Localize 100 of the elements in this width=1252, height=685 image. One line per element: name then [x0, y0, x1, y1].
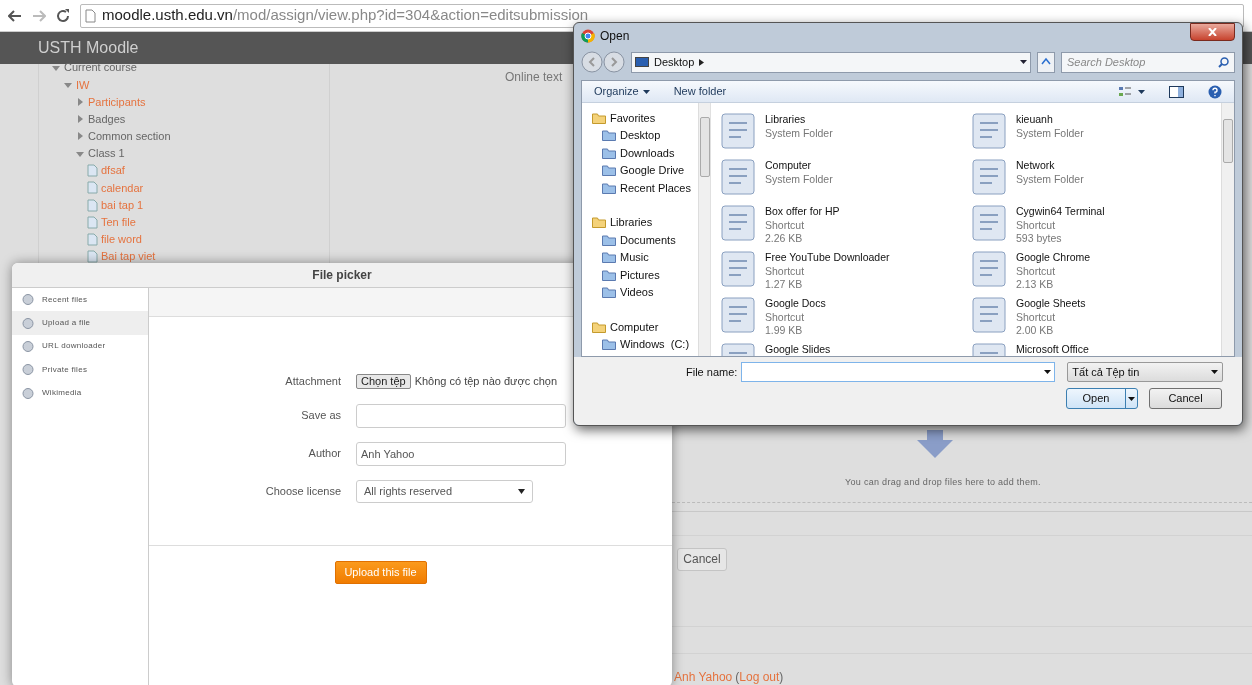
- nav-item[interactable]: Favorites: [610, 109, 656, 126]
- file-icon: [719, 203, 757, 243]
- text-field[interactable]: [356, 403, 566, 428]
- location-bar[interactable]: Desktop: [631, 51, 1031, 73]
- url-text: moodle.usth.edu.vn/mod/assign/view.php?id=304&action=editsubmission: [102, 5, 589, 26]
- open-button[interactable]: Open: [1066, 388, 1138, 409]
- nav-item[interactable]: Google Drive: [620, 162, 685, 179]
- document-icon: [87, 198, 98, 212]
- file-icon: [970, 295, 1008, 335]
- file-type: System Folder: [765, 126, 833, 140]
- preview-pane-icon[interactable]: [1169, 85, 1184, 98]
- file-name[interactable]: Free YouTube Downloader: [765, 251, 890, 265]
- nav-item[interactable]: Documents: [620, 231, 676, 248]
- source-item[interactable]: Upload a file: [12, 311, 148, 335]
- file-name[interactable]: Computer: [765, 159, 833, 173]
- collapsed-icon[interactable]: [75, 114, 85, 125]
- search-icon: [1218, 56, 1229, 68]
- file-name[interactable]: Microsoft Office: [1016, 343, 1089, 356]
- nav-item[interactable]: Windows (C:): [620, 336, 690, 353]
- repository-icon: [22, 387, 34, 399]
- dropdown-arrow-icon: [518, 488, 525, 494]
- file-size: 1.99 KB: [765, 324, 804, 338]
- choose-file-button[interactable]: Chọn tệp: [356, 373, 411, 389]
- view-options-icon[interactable]: [1119, 85, 1145, 98]
- file-name[interactable]: Network: [1016, 159, 1084, 173]
- file-name[interactable]: Google Sheets: [1016, 297, 1086, 311]
- file-name-field[interactable]: [741, 362, 1056, 382]
- scrollbar[interactable]: [1221, 103, 1234, 356]
- file-name[interactable]: kieuanh: [1016, 113, 1084, 127]
- nav-item[interactable]: Desktop: [620, 127, 661, 144]
- page-icon: [85, 8, 96, 23]
- nav-item[interactable]: Recent Places: [620, 179, 691, 196]
- nav-item[interactable]: Pictures: [620, 266, 660, 283]
- file-type: System Folder: [765, 172, 833, 186]
- chrome-logo-icon: [581, 29, 595, 43]
- forward-icon[interactable]: [603, 51, 625, 73]
- new-folder-button[interactable]: New folder: [673, 83, 727, 100]
- file-icon: [719, 249, 757, 289]
- site-title[interactable]: USTH Moodle: [38, 36, 139, 60]
- document-icon: [87, 164, 98, 178]
- folder-icon: [602, 338, 616, 351]
- organize-menu[interactable]: Organize: [594, 83, 650, 100]
- help-icon[interactable]: [1208, 84, 1222, 99]
- nav-item[interactable]: Libraries: [610, 214, 653, 231]
- dropdown-arrow-icon: [1211, 370, 1219, 374]
- scrollbar[interactable]: [698, 103, 710, 356]
- cancel-button[interactable]: Cancel: [1149, 388, 1222, 409]
- nav-item[interactable]: Downloads: [620, 144, 675, 161]
- desktop-icon: [635, 56, 649, 68]
- document-icon: [87, 232, 98, 246]
- file-type: Shortcut: [765, 264, 806, 278]
- folder-icon: [602, 164, 616, 177]
- file-name[interactable]: Cygwin64 Terminal: [1016, 205, 1105, 219]
- nav-item[interactable]: Computer: [610, 318, 659, 335]
- tree-item[interactable]: Badges: [88, 110, 126, 128]
- folder-icon: [602, 129, 616, 142]
- dropdown-arrow-icon: [1044, 370, 1052, 374]
- forward-icon[interactable]: [32, 9, 46, 22]
- nav-item[interactable]: Music: [620, 249, 649, 266]
- parenthesis: (: [735, 668, 740, 685]
- tree-item[interactable]: Common section: [88, 128, 171, 145]
- file-name[interactable]: Google Chrome: [1016, 251, 1091, 265]
- file-name[interactable]: Google Docs: [765, 297, 826, 311]
- folder-icon: [602, 268, 616, 281]
- repository-icon: [22, 340, 34, 352]
- collapsed-icon[interactable]: [75, 96, 85, 107]
- close-button[interactable]: [1190, 23, 1235, 41]
- repository-icon: [22, 294, 34, 306]
- section-heading: Online text: [505, 70, 563, 84]
- file-type: Shortcut: [765, 218, 806, 232]
- document-icon: [87, 250, 98, 264]
- cancel-button[interactable]: Cancel: [677, 547, 727, 571]
- down-arrow-icon: [917, 430, 953, 458]
- text-field[interactable]: Anh Yahoo: [356, 441, 566, 466]
- folder-icon: [602, 181, 616, 194]
- file-type: Shortcut: [1016, 218, 1057, 232]
- no-file-text: Không có tệp nào được chọn: [414, 374, 558, 389]
- file-name[interactable]: Box offer for HP: [765, 205, 840, 219]
- file-size: 2.00 KB: [1016, 324, 1055, 338]
- folder-icon: [602, 286, 616, 299]
- file-icon: [970, 157, 1008, 197]
- refresh-icon[interactable]: [1037, 51, 1055, 73]
- tree-item[interactable]: Current course: [64, 59, 137, 76]
- file-name[interactable]: Google Slides: [765, 343, 831, 356]
- license-dropdown[interactable]: All rights reserved: [356, 479, 533, 503]
- file-icon: [970, 249, 1008, 289]
- expanded-icon[interactable]: [75, 149, 85, 158]
- file-type-dropdown[interactable]: Tất cả Tệp tin: [1067, 362, 1224, 382]
- field-label: Attachment: [284, 374, 341, 389]
- tree-item[interactable]: Class 1: [88, 145, 125, 162]
- collapsed-icon[interactable]: [75, 131, 85, 142]
- file-name[interactable]: Libraries: [765, 113, 833, 127]
- chevron-icon: [699, 58, 705, 66]
- nav-item[interactable]: Videos: [620, 284, 654, 301]
- drop-hint: You can drag and drop files here to add them.: [845, 476, 1042, 489]
- back-icon[interactable]: [8, 9, 22, 22]
- field-label: Choose license: [264, 483, 341, 499]
- file-type: Shortcut: [1016, 264, 1057, 278]
- reload-icon[interactable]: [56, 8, 70, 23]
- location-text: Desktop: [654, 54, 695, 70]
